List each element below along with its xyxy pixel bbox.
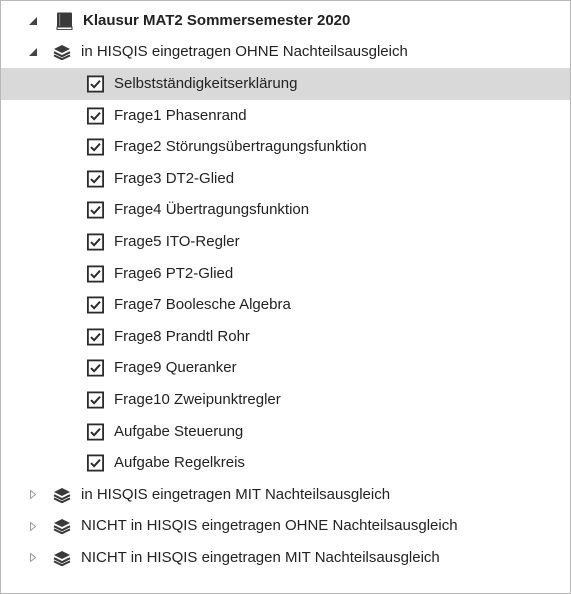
tree-item-label: Selbstständigkeitserklärung [114,74,298,92]
tree-item-label: Frage8 Prandtl Rohr [114,327,250,345]
tree-item-row[interactable]: Frage2 Störungsübertragungsfunktion [1,131,570,163]
collapsed-twisty-icon[interactable] [28,521,38,531]
checked-checkbox-icon[interactable] [86,391,104,409]
checked-checkbox-icon[interactable] [86,296,104,314]
layers-icon [53,44,71,61]
tree-item-row[interactable]: Frage8 Prandtl Rohr [1,321,570,353]
tree-group-label: NICHT in HISQIS eingetragen OHNE Nachtei… [81,517,458,535]
layers-icon [53,518,71,535]
layers-icon [53,487,71,504]
tree-root-row[interactable]: Klausur MAT2 Sommersemester 2020 [1,5,570,37]
tree-group-row[interactable]: in HISQIS eingetragen OHNE Nachteilsausg… [1,37,570,69]
tree-item-row[interactable]: Aufgabe Steuerung [1,416,570,448]
tree-item-label: Aufgabe Steuerung [114,422,244,440]
checked-checkbox-icon[interactable] [86,107,104,125]
tree-item-row[interactable]: Frage1 Phasenrand [1,100,570,132]
checked-checkbox-icon[interactable] [86,138,104,156]
tree-group-label: NICHT in HISQIS eingetragen MIT Nachteil… [81,548,440,566]
expanded-twisty-icon[interactable] [28,47,38,57]
tree-item-label: Frage3 DT2-Glied [114,169,235,187]
checked-checkbox-icon[interactable] [86,359,104,377]
tree-item-label: Frage7 Boolesche Algebra [114,296,291,314]
book-icon [56,12,73,30]
tree-root-label: Klausur MAT2 Sommersemester 2020 [83,11,351,29]
tree-item-row[interactable]: Frage7 Boolesche Algebra [1,289,570,321]
tree-item-row[interactable]: Selbstständigkeitserklärung [1,68,570,100]
tree-item-row[interactable]: Frage10 Zweipunktregler [1,384,570,416]
tree-item-label: Aufgabe Regelkreis [114,454,245,472]
tree-item-row[interactable]: Frage6 PT2-Glied [1,258,570,290]
tree-item-label: Frage6 PT2-Glied [114,264,234,282]
tree-view: Klausur MAT2 Sommersemester 2020 in HISQ… [1,5,570,574]
tree-item-label: Frage5 ITO-Regler [114,232,240,250]
layers-icon [53,550,71,567]
tree-group-label: in HISQIS eingetragen MIT Nachteilsausgl… [81,485,391,503]
tree-panel: Klausur MAT2 Sommersemester 2020 in HISQ… [0,0,571,594]
tree-item-label: Frage9 Queranker [114,359,237,377]
expanded-twisty-icon[interactable] [28,16,38,26]
checked-checkbox-icon[interactable] [86,201,104,219]
tree-group-row[interactable]: NICHT in HISQIS eingetragen OHNE Nachtei… [1,511,570,543]
tree-item-label: Frage4 Übertragungsfunktion [114,201,310,219]
checked-checkbox-icon[interactable] [86,170,104,188]
collapsed-twisty-icon[interactable] [28,553,38,563]
checked-checkbox-icon[interactable] [86,233,104,251]
checked-checkbox-icon[interactable] [86,423,104,441]
tree-group-row[interactable]: in HISQIS eingetragen MIT Nachteilsausgl… [1,479,570,511]
tree-item-row[interactable]: Frage3 DT2-Glied [1,163,570,195]
tree-item-row[interactable]: Frage5 ITO-Regler [1,226,570,258]
checked-checkbox-icon[interactable] [86,454,104,472]
tree-group-label: in HISQIS eingetragen OHNE Nachteilsausg… [81,43,408,61]
checked-checkbox-icon[interactable] [86,328,104,346]
tree-group-row[interactable]: NICHT in HISQIS eingetragen MIT Nachteil… [1,542,570,574]
tree-item-row[interactable]: Frage4 Übertragungsfunktion [1,195,570,227]
checked-checkbox-icon[interactable] [86,75,104,93]
tree-item-label: Frage10 Zweipunktregler [114,390,281,408]
tree-item-label: Frage2 Störungsübertragungsfunktion [114,138,367,156]
tree-item-row[interactable]: Aufgabe Regelkreis [1,447,570,479]
tree-item-row[interactable]: Frage9 Queranker [1,353,570,385]
tree-item-label: Frage1 Phasenrand [114,106,247,124]
checked-checkbox-icon[interactable] [86,265,104,283]
collapsed-twisty-icon[interactable] [28,490,38,500]
